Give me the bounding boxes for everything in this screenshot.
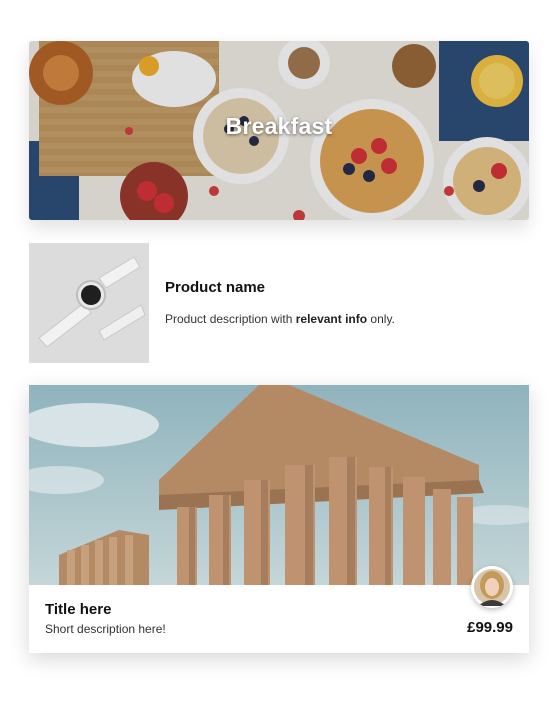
product-description: Product description with relevant info o… bbox=[165, 312, 395, 326]
avatar[interactable] bbox=[471, 566, 513, 608]
card-title: Title here bbox=[45, 601, 112, 618]
price-label: £99.99 bbox=[467, 619, 513, 636]
card-subtitle: Short description here! bbox=[45, 622, 166, 636]
smartwatch-image bbox=[29, 243, 149, 363]
product-image bbox=[29, 243, 149, 363]
product-description-highlight: relevant info bbox=[295, 312, 368, 326]
breakfast-hero-card[interactable]: Breakfast bbox=[29, 41, 529, 220]
hero-title: Breakfast bbox=[225, 113, 333, 139]
product-name: Product name bbox=[165, 279, 266, 296]
photo-card[interactable]: Title here Short description here! £99.9… bbox=[29, 385, 529, 653]
parthenon-photo bbox=[29, 385, 529, 585]
user-avatar-image bbox=[471, 566, 513, 608]
product-item[interactable]: Product name Product description with re… bbox=[29, 243, 529, 363]
